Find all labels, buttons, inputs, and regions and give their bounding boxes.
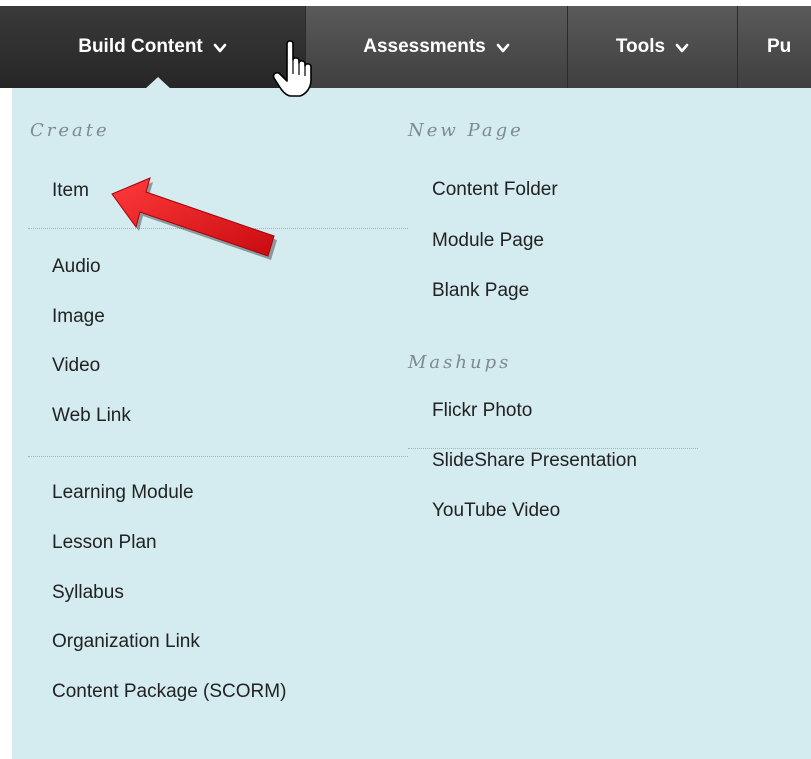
- menu-item-video[interactable]: Video: [52, 355, 100, 377]
- chevron-down-icon: [213, 41, 227, 55]
- menu-item-module-page[interactable]: Module Page: [432, 230, 544, 252]
- publisher-content-label: Pu: [767, 36, 792, 57]
- menu-item-lesson-plan[interactable]: Lesson Plan: [52, 532, 157, 554]
- menu-item-slideshare-presentation[interactable]: SlideShare Presentation: [432, 450, 637, 472]
- menu-item-flickr-photo[interactable]: Flickr Photo: [432, 400, 532, 422]
- menu-item-organization-link[interactable]: Organization Link: [52, 631, 200, 653]
- menu-item-learning-module[interactable]: Learning Module: [52, 482, 194, 504]
- assessments-menu-button[interactable]: Assessments: [306, 6, 568, 88]
- build-content-label: Build Content: [78, 36, 203, 57]
- create-separator-2: [28, 456, 408, 457]
- build-content-menu-button[interactable]: Build Content: [0, 6, 306, 88]
- create-heading: Create: [30, 120, 110, 141]
- tools-label: Tools: [615, 36, 666, 57]
- build-content-dropdown: Create Item Audio Image Video Web Link L…: [12, 88, 811, 759]
- mashups-heading: Mashups: [408, 352, 512, 373]
- publisher-content-menu-button[interactable]: Pu: [738, 6, 811, 88]
- create-separator-1: [28, 228, 408, 229]
- tools-menu-button[interactable]: Tools: [568, 6, 738, 88]
- menu-item-content-folder[interactable]: Content Folder: [432, 179, 558, 201]
- chevron-down-icon: [496, 41, 510, 55]
- chevron-down-icon: [675, 41, 689, 55]
- menu-item-audio[interactable]: Audio: [52, 256, 101, 278]
- menu-item-content-package-scorm[interactable]: Content Package (SCORM): [52, 681, 286, 703]
- menu-item-blank-page[interactable]: Blank Page: [432, 280, 529, 302]
- mashups-separator: [408, 448, 698, 449]
- assessments-label: Assessments: [363, 36, 486, 57]
- menu-item-web-link[interactable]: Web Link: [52, 405, 131, 427]
- menu-item-syllabus[interactable]: Syllabus: [52, 582, 124, 604]
- course-menu-toolbar: Build Content Assessments Tools Pu: [0, 0, 811, 89]
- menu-item-image[interactable]: Image: [52, 306, 105, 328]
- menu-item-youtube-video[interactable]: YouTube Video: [432, 500, 560, 522]
- new-page-heading: New Page: [408, 120, 524, 141]
- menu-item-item[interactable]: Item: [52, 180, 89, 202]
